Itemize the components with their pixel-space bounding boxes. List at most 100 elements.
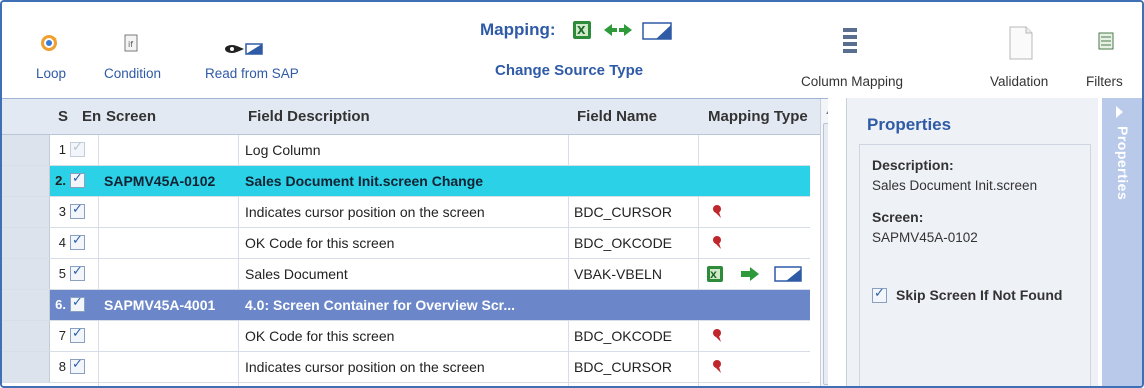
description-value: Sales Document Init.screen [872,178,1038,193]
loop-label: Loop [36,66,67,81]
field-name-cell: BDC_CURSOR [574,204,673,220]
table-row[interactable]: 6. SAPMV45A-4001 4.0: Screen Container for… [2,290,810,321]
row-number: 4 [58,235,66,250]
table-row[interactable]: 7 OK Code for this screen BDC_OKCODE [2,321,810,352]
enabled-checkbox[interactable] [70,357,85,374]
mapping-title: Mapping: [480,20,556,39]
arrow-right-icon[interactable] [740,266,760,282]
filters-icon [1098,32,1114,50]
row-number: 6. [55,297,66,312]
row-number: 3 [58,204,66,219]
row-selector[interactable] [2,166,50,196]
mapping-type-cell[interactable] [712,296,812,316]
field-description-cell: OK Code for this screen [245,328,395,344]
enabled-checkbox[interactable] [70,171,85,188]
field-description-cell: Log Column [245,142,321,158]
validation-button[interactable]: Validation [982,26,1062,92]
vertical-scrollbar[interactable] [820,99,828,386]
excel-icon[interactable]: X [706,265,724,283]
mapping-grid: S En Screen Field Description Field Name… [2,98,828,386]
field-description-cell: OK Code for this screen [245,235,395,251]
scroll-up-icon[interactable] [825,107,828,115]
read-from-sap-button[interactable]: Read from SAP [192,42,302,86]
enabled-checkbox[interactable] [70,295,85,312]
loop-button[interactable]: Loop [32,34,72,84]
enabled-checkbox[interactable] [70,140,85,157]
column-mapping-label: Column Mapping [801,74,904,89]
table-row[interactable]: 8 Indicates cursor position on the screen… [2,352,810,383]
row-selector[interactable] [2,135,50,165]
row-number: 7 [58,328,66,343]
field-name-cell: VBAK-VBELN [574,266,662,282]
table-row[interactable]: 5 Sales Document VBAK-VBELN X [2,259,810,290]
mapping-type-cell[interactable]: X [707,265,812,285]
col-header-s[interactable]: S [58,108,68,125]
skip-screen-check[interactable] [872,286,887,303]
pin-icon[interactable] [710,327,724,343]
col-header-en[interactable]: En [82,108,101,125]
properties-box: Description: Sales Document Init.screen … [859,144,1091,386]
enabled-checkbox[interactable] [70,264,85,281]
pin-icon[interactable] [710,203,724,219]
row-number: 8 [58,359,66,374]
col-header-field-description[interactable]: Field Description [248,108,370,125]
table-row[interactable]: 3 Indicates cursor position on the screen… [2,197,810,228]
col-header-mapping-type[interactable]: Mapping Type [708,108,808,125]
screen-cell: SAPMV45A-4001 [104,297,216,313]
expand-arrow-icon[interactable] [1116,106,1123,118]
table-row[interactable]: 1 Log Column [2,135,810,166]
svg-text:if: if [128,40,133,49]
change-source-type-button[interactable]: Change Source Type [495,62,643,79]
table-row[interactable]: 2. SAPMV45A-0102 Sales Document Init.scree… [2,166,810,197]
condition-icon: if [124,34,138,52]
mapping-type-cell[interactable] [712,327,812,347]
read-from-sap-icon [225,43,263,55]
field-name-cell: BDC_OKCODE [574,328,673,344]
row-selector[interactable] [2,228,50,258]
pin-icon[interactable] [710,358,724,374]
row-selector[interactable] [2,290,50,320]
condition-button[interactable]: if Condition [102,34,172,84]
screen-label: Screen: [872,209,924,225]
field-description-cell: Indicates cursor position on the screen [245,359,485,375]
properties-side-tab[interactable]: Properties [1102,98,1142,386]
field-description-cell: Sales Document Init.screen Change [245,173,484,189]
mapping-type-cell[interactable] [712,358,812,378]
enabled-checkbox[interactable] [70,233,85,250]
filters-button[interactable]: Filters [1082,32,1140,92]
excel-icon[interactable]: X [572,20,592,40]
field-name-cell: BDC_OKCODE [574,235,673,251]
enabled-checkbox[interactable] [70,326,85,343]
field-icon[interactable] [642,22,672,40]
screen-cell: SAPMV45A-0102 [104,173,216,189]
filters-label: Filters [1086,74,1123,89]
validation-label: Validation [990,74,1049,89]
col-header-screen[interactable]: Screen [106,108,156,125]
column-mapping-button[interactable]: Column Mapping [797,26,907,92]
mapping-type-cell[interactable] [712,234,812,254]
properties-panel: Properties Description: Sales Document I… [846,98,1098,386]
field-icon[interactable] [774,266,802,282]
properties-tab-label: Properties [1115,126,1131,201]
col-header-field-name[interactable]: Field Name [577,108,657,125]
row-selector[interactable] [2,197,50,227]
svg-text:X: X [577,24,586,37]
svg-text:X: X [710,271,717,281]
description-label: Description: [872,157,954,173]
pin-icon[interactable] [710,234,724,250]
mapping-type-cell[interactable] [712,141,812,161]
table-row[interactable]: 4 OK Code for this screen BDC_OKCODE [2,228,810,259]
row-number: 5 [58,266,66,281]
row-selector[interactable] [2,352,50,382]
mapping-type-cell[interactable] [712,203,812,223]
row-selector[interactable] [2,321,50,351]
mapping-type-cell[interactable] [712,172,812,192]
row-number: 2. [55,173,66,188]
scrollbar-thumb[interactable] [823,123,828,385]
grid-header: S En Screen Field Description Field Name… [2,99,828,135]
toolbar: Loop if Condition Read from SAP Mapping: [2,2,1142,96]
enabled-checkbox[interactable] [70,202,85,219]
swap-arrows-icon[interactable] [602,22,634,38]
app-window: Loop if Condition Read from SAP Mapping: [0,0,1144,388]
row-selector[interactable] [2,259,50,289]
